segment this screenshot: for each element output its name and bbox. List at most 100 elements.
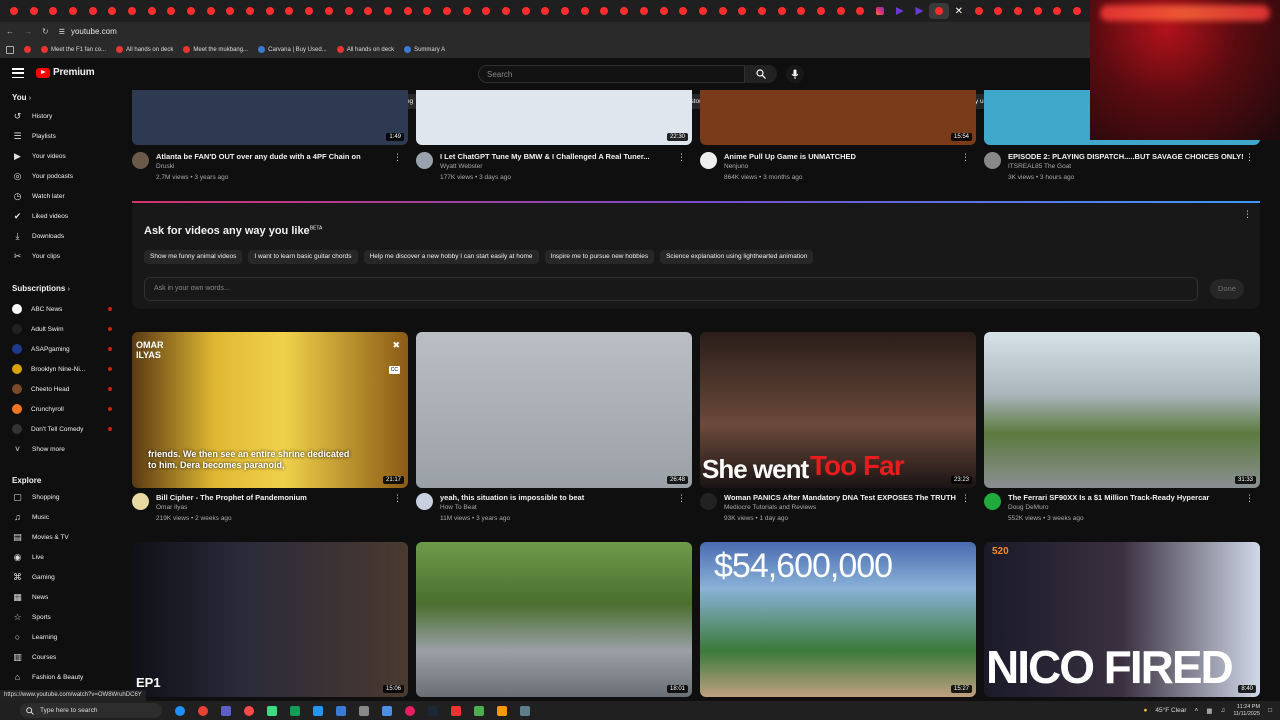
search-input[interactable]: Search [478,65,745,83]
youtube-logo[interactable]: Premium [36,67,95,78]
subscriptions-section-header[interactable]: Subscriptions › [12,284,70,293]
app-icon[interactable] [474,705,484,716]
channel-avatar[interactable] [416,493,433,510]
address-bar[interactable]: ☰ youtube.com [59,27,117,36]
channel-avatar[interactable] [132,493,149,510]
browser-tab[interactable] [496,3,516,19]
video-thumbnail[interactable]: 15:06 EP1 [132,542,408,697]
browser-tab[interactable] [477,3,497,19]
network-icon[interactable]: ▦ [1206,707,1212,715]
voice-search-button[interactable] [786,65,804,83]
more-options-icon[interactable]: ⋮ [393,493,402,504]
browser-tab[interactable] [1067,3,1087,19]
subscription-item[interactable]: Adult Swim [12,322,112,336]
browser-tab[interactable] [851,3,871,19]
browser-tab[interactable] [63,3,83,19]
video-title[interactable]: Atlanta be FAN'D OUT over any dude with … [156,152,396,161]
app-icon[interactable] [313,705,323,716]
browser-tab[interactable] [339,3,359,19]
bookmark-item[interactable]: Meet the F1 fan co... [41,46,106,53]
app-icon[interactable] [497,705,507,716]
channel-name[interactable]: ITSREAL85 The Goat [1008,163,1071,170]
browser-tab[interactable] [398,3,418,19]
explore-item[interactable]: ☆ Sports [12,610,112,624]
video-thumbnail[interactable]: 21:17 friends. We then see an entire shri… [132,332,408,488]
ask-suggestion-chip[interactable]: Science explanation using lighthearted a… [660,250,814,264]
app-icon[interactable] [451,705,461,716]
bookmark-item[interactable]: All hands on deck [116,46,173,53]
clock[interactable]: 11:24 PM 11/11/2025 [1233,704,1260,718]
browser-tab[interactable] [890,3,910,19]
opera-app-icon[interactable] [244,705,254,716]
app-icon[interactable] [267,705,277,716]
bookmark-item[interactable] [6,45,14,54]
subscription-item[interactable]: Don't Tell Comedy [12,422,112,436]
browser-tab[interactable] [417,3,437,19]
browser-tab[interactable] [575,3,595,19]
video-title[interactable]: EPISODE 2: PLAYING DISPATCH.....BUT SAVA… [1008,152,1248,161]
channel-name[interactable]: Druski [156,163,174,170]
more-options-icon[interactable]: ⋮ [961,152,970,163]
browser-tab[interactable] [929,3,949,19]
browser-tab[interactable] [1028,3,1048,19]
channel-avatar[interactable] [700,152,717,169]
video-thumbnail[interactable]: 31:33 [984,332,1260,488]
explore-item[interactable]: ▤ Movies & TV [12,530,112,544]
explore-item[interactable]: ▢ Shopping [12,490,112,504]
explore-item[interactable]: ⌘ Gaming [12,570,112,584]
explore-item[interactable]: ⌂ Fashion & Beauty [12,670,112,684]
browser-tab[interactable] [378,3,398,19]
browser-tab[interactable] [221,3,241,19]
video-thumbnail[interactable]: 26:48 [416,332,692,488]
browser-tab[interactable] [24,3,44,19]
reload-icon[interactable]: ↻ [42,27,49,36]
sidebar-item-history[interactable]: ↺ History [12,109,112,123]
channel-avatar[interactable] [132,152,149,169]
sidebar-item-downloads[interactable]: ⤓ Downloads [12,229,112,243]
bookmark-item[interactable] [24,46,31,53]
video-title[interactable]: Woman PANICS After Mandatory DNA Test EX… [724,493,964,502]
browser-tab[interactable] [752,3,772,19]
browser-tab[interactable] [201,3,221,19]
settings-app-icon[interactable] [359,705,369,716]
ask-suggestion-chip[interactable]: I want to learn basic guitar chords [248,250,358,264]
captions-icon[interactable]: CC [388,366,400,374]
browser-tab[interactable] [457,3,477,19]
browser-tab[interactable] [162,3,182,19]
browser-tab[interactable] [437,3,457,19]
video-thumbnail[interactable]: 23:23 She went Too Far [700,332,976,488]
browser-tab[interactable] [299,3,319,19]
more-options-icon[interactable]: ⋮ [1245,152,1254,163]
show-more-button[interactable]: ˅ Show more [12,442,112,456]
subscription-item[interactable]: Cheeto Head [12,382,112,396]
browser-tab[interactable] [280,3,300,19]
ask-input[interactable]: Ask in your own words... [144,277,1198,301]
subscription-item[interactable]: Brooklyn Nine-Ni... [12,362,112,376]
browser-tab[interactable] [811,3,831,19]
browser-tab[interactable] [142,3,162,19]
browser-tab[interactable] [181,3,201,19]
explore-item[interactable]: ▥ Courses [12,650,112,664]
browser-tab[interactable] [654,3,674,19]
browser-tab[interactable] [516,3,536,19]
browser-tab[interactable] [988,3,1008,19]
browser-tab[interactable] [673,3,693,19]
more-options-icon[interactable]: ⋮ [677,152,686,163]
app-icon[interactable] [290,705,300,716]
app-icon[interactable] [336,705,346,716]
video-thumbnail[interactable]: 22:30 [416,90,692,145]
more-options-icon[interactable]: ⋮ [1243,209,1252,220]
channel-name[interactable]: Doug DeMuro [1008,504,1048,511]
subscription-item[interactable]: ABC News [12,302,112,316]
browser-tab[interactable] [634,3,654,19]
sidebar-item-your-podcasts[interactable]: ◎ Your podcasts [12,169,112,183]
bookmark-item[interactable]: Meet the mukbang... [183,46,248,53]
more-options-icon[interactable]: ⋮ [677,493,686,504]
browser-tab[interactable] [260,3,280,19]
browser-tab[interactable] [536,3,556,19]
explore-item[interactable]: ▦ News [12,590,112,604]
browser-tab[interactable] [969,3,989,19]
browser-tab[interactable]: ✕ [949,3,969,19]
notifications-icon[interactable]: □ [1268,707,1272,714]
subscription-item[interactable]: Crunchyroll [12,402,112,416]
